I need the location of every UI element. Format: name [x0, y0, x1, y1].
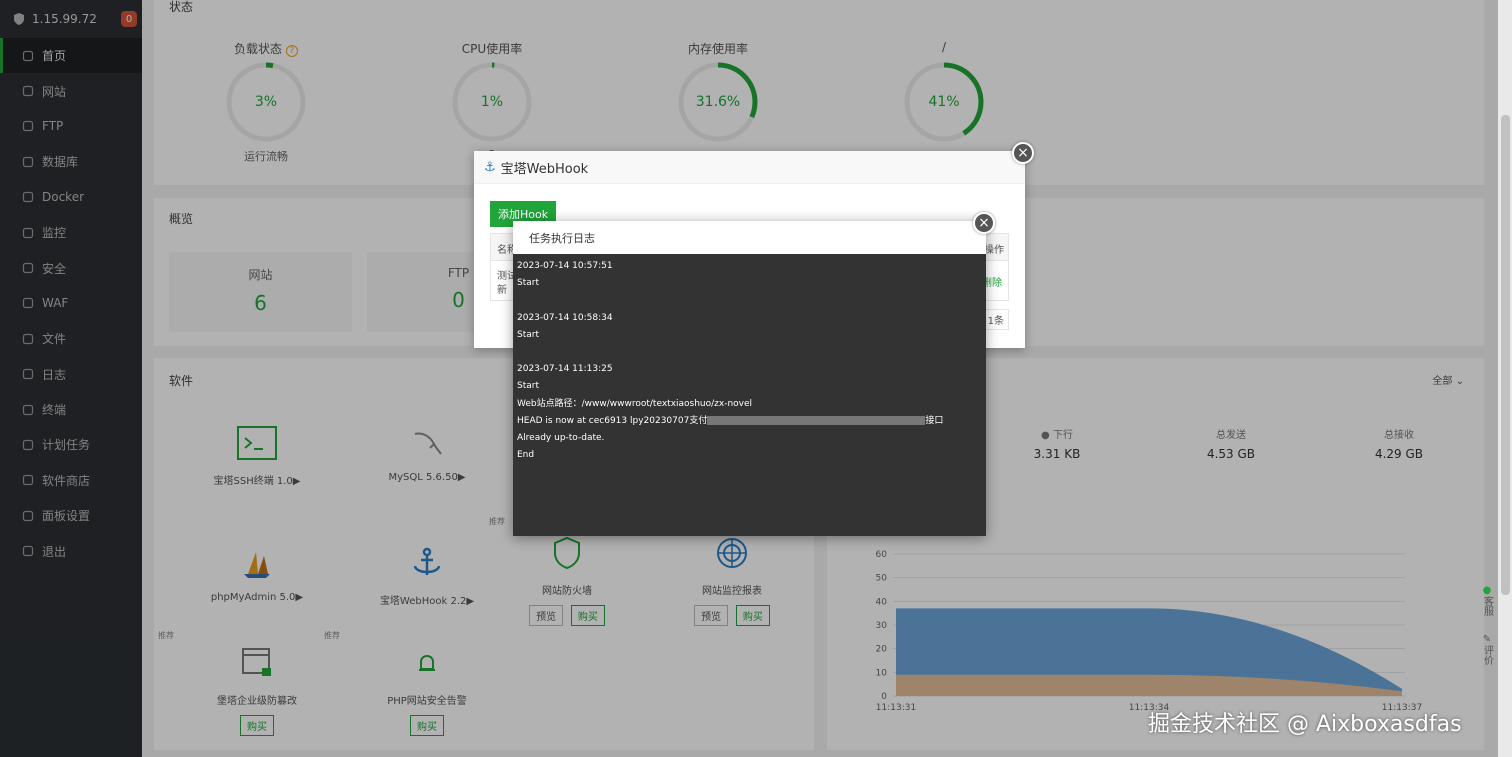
redacted-text — [707, 415, 926, 425]
log-line-suffix: 接口 — [925, 415, 944, 426]
side-tools: ● 客服 ✎ 评价 — [1478, 585, 1498, 665]
hook-col-ops: 操作 — [984, 245, 1004, 256]
log-line: Start — [517, 327, 982, 344]
log-line: 2023-07-14 10:57:51 — [517, 258, 982, 275]
log-line-text: 2023-07-14 10:58:34 — [517, 312, 613, 323]
review-tool[interactable]: ✎ 评价 — [1478, 634, 1496, 665]
log-line-text: 2023-07-14 10:57:51 — [517, 261, 613, 271]
log-line: Start — [517, 378, 982, 395]
log-line: Web站点路径：/www/wwwroot/textxiaoshuo/zx-nov… — [517, 396, 982, 413]
log-line-text: End — [517, 450, 535, 461]
review-label: 评价 — [1481, 645, 1493, 665]
task-log-body[interactable]: 2023-07-14 10:57:51 Start 2023-07-14 10:58… — [513, 254, 986, 536]
edit-icon: ✎ — [1482, 634, 1492, 645]
log-line-text: Start — [517, 278, 539, 289]
log-line-text: Start — [517, 329, 539, 340]
webhook-modal-title: 宝塔WebHook — [500, 161, 589, 177]
watermark: 掘金技术社区 @ Aixboxasdfas — [1148, 712, 1462, 737]
page-scrollbar[interactable] — [1498, 0, 1512, 757]
webhook-modal-close-icon[interactable]: × — [1012, 142, 1034, 164]
task-log-close-icon[interactable]: × — [973, 212, 995, 234]
task-log-modal: 任务执行日志 2023-07-14 10:57:51 Start 2023-07-1… — [513, 221, 986, 536]
log-line: 2023-07-14 10:58:34 — [517, 310, 982, 327]
log-line: HEAD is now at cec6913 lpy20230707支付 接口 — [517, 413, 982, 430]
hook-row-name-2: 新 — [497, 285, 507, 296]
headset-icon: ● — [1482, 585, 1492, 596]
log-line-text: Start — [517, 381, 539, 392]
anchor-icon: ⚓ — [484, 159, 496, 175]
log-line-text: Web站点路径：/www/wwwroot/textxiaoshuo/zx-nov… — [517, 398, 753, 409]
log-line: Start — [517, 275, 982, 292]
hook-pager: 1条 — [982, 309, 1009, 330]
log-line-text: 2023-07-14 11:13:25 — [517, 364, 613, 375]
webhook-modal-header: ⚓ 宝塔WebHook — [474, 151, 1025, 184]
log-line-text: HEAD is now at cec6913 lpy20230707支付 — [517, 415, 708, 426]
task-log-title: 任务执行日志 — [513, 221, 986, 254]
customer-service-label: 客服 — [1481, 596, 1493, 616]
log-line-text: Already up-to-date. — [517, 432, 605, 443]
log-line: 2023-07-14 11:13:25 — [517, 361, 982, 378]
log-line: Already up-to-date. — [517, 430, 982, 447]
log-line: End — [517, 447, 982, 464]
scrollbar-thumb[interactable] — [1501, 115, 1510, 595]
customer-service[interactable]: ● 客服 — [1478, 585, 1496, 616]
